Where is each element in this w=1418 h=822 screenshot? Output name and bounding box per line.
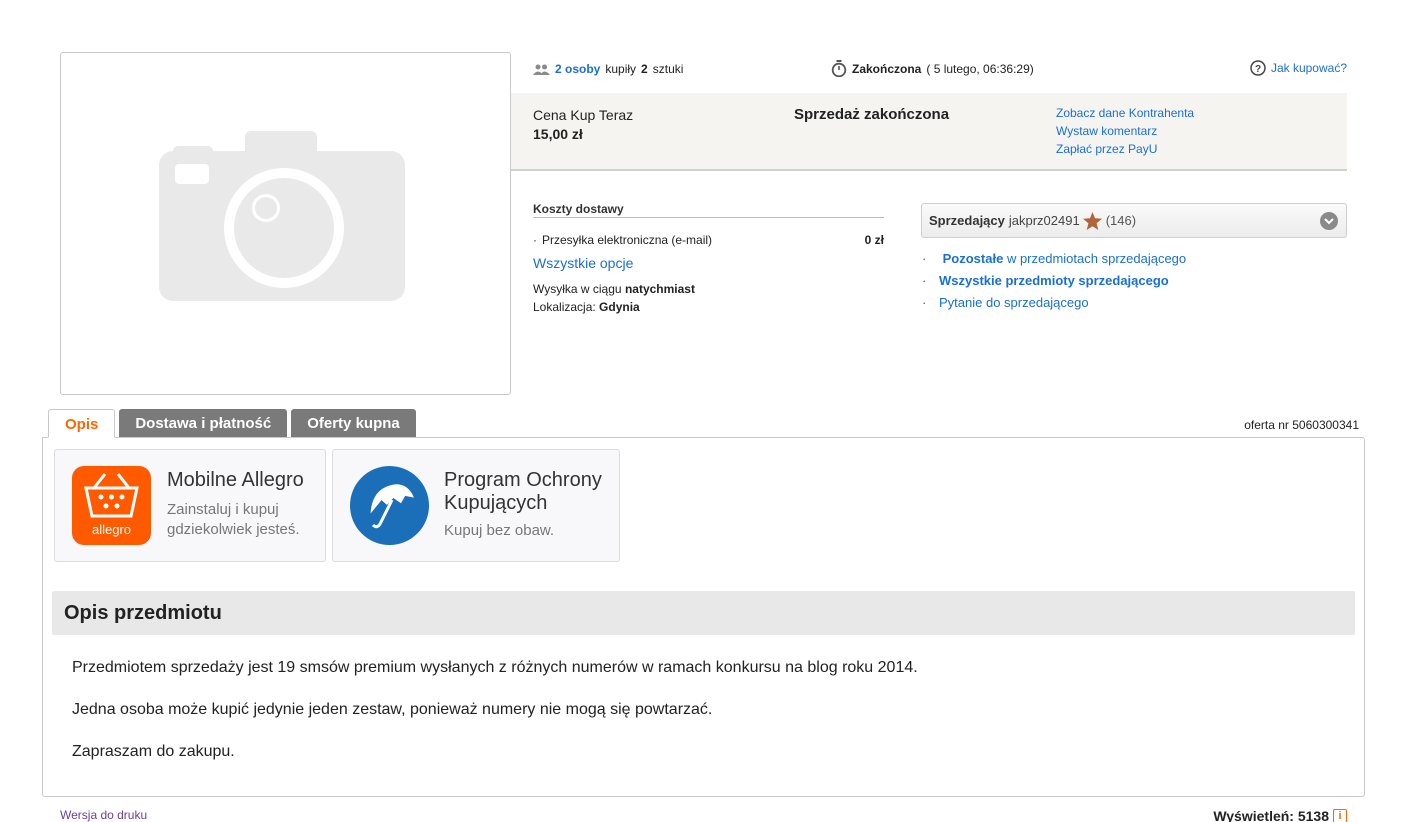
price-value: 15,00 zł (533, 126, 583, 142)
bought-text: kupiły (605, 62, 637, 76)
delivery-title: Koszty dostawy (533, 202, 884, 218)
product-photo[interactable] (60, 52, 511, 395)
seller-nick[interactable]: jakprz02491 (1009, 213, 1080, 228)
help-icon: ? (1250, 60, 1266, 76)
delivery-section: Koszty dostawy Przesyłka elektroniczna (… (533, 202, 884, 314)
items-text: sztuki (652, 62, 684, 76)
sale-status: Sprzedaż zakończona (794, 106, 950, 123)
description-panel: allegro Mobilne Allegro Zainstaluj i kup… (42, 437, 1365, 797)
tab-bar: Opis Dostawa i płatność Oferty kupna (48, 409, 416, 438)
transaction-links: Zobacz dane Kontrahenta Wystaw komentarz… (1056, 104, 1194, 158)
chevron-down-icon[interactable] (1320, 212, 1338, 230)
delivery-method: Przesyłka elektroniczna (e-mail) (533, 233, 712, 247)
seller-label: Sprzedający (929, 213, 1005, 228)
mobile-sub-line2: gdziekolwiek jesteś. (167, 521, 300, 538)
pay-payu-link[interactable]: Zapłać przez PayU (1056, 140, 1194, 158)
delivery-method-row: Przesyłka elektroniczna (e-mail) 0 zł (533, 233, 884, 247)
other-items-link[interactable]: Pozostałe w przedmiotach sprzedającego (922, 248, 1187, 270)
mobile-sub-line1: Zainstaluj i kupuj (167, 501, 279, 518)
description-paragraph: Zapraszam do zakupu. (72, 743, 235, 760)
price-label: Cena Kup Teraz (533, 107, 634, 123)
items-count: 2 (641, 62, 648, 76)
tab-description[interactable]: Opis (48, 409, 116, 438)
location-value: Gdynia (599, 300, 640, 314)
how-to-buy[interactable]: ? Jak kupować? (1250, 60, 1347, 76)
how-to-buy-link[interactable]: Jak kupować? (1271, 61, 1347, 75)
umbrella-icon (350, 466, 429, 545)
tab-delivery-payment[interactable]: Dostawa i płatność (119, 409, 288, 438)
allegro-logo-text: allegro (91, 522, 132, 537)
buyers-info: 2 osoby kupiły 2 sztuki (533, 62, 683, 76)
star-rating-icon (1082, 211, 1102, 230)
location-label: Lokalizacja: (533, 300, 596, 314)
seller-box[interactable]: Sprzedający jakprz02491 (146) (921, 203, 1347, 238)
protection-promo-subtitle: Kupuj bez obaw. (444, 522, 555, 539)
description-paragraph: Jedna osoba może kupić jedynie jeden zes… (72, 701, 713, 718)
description-paragraph: Przedmiotem sprzedaży jest 19 smsów prem… (72, 659, 918, 676)
people-icon (533, 64, 550, 75)
tab-purchase-offers[interactable]: Oferty kupna (291, 409, 416, 438)
ended-date: ( 5 lutego, 06:36:29) (926, 61, 1034, 76)
other-items-rest[interactable]: w przedmiotach sprzedającego (1007, 251, 1186, 266)
all-options-link[interactable]: Wszystkie opcje (533, 255, 884, 271)
buyer-protection-promo[interactable]: Program Ochrony Kupujących Kupuj bez oba… (332, 449, 620, 562)
leave-comment-link[interactable]: Wystaw komentarz (1056, 122, 1194, 140)
mobile-allegro-promo[interactable]: allegro Mobilne Allegro Zainstaluj i kup… (54, 449, 326, 562)
info-icon[interactable]: i (1333, 809, 1347, 822)
auction-ended-info: Zakończona ( 5 lutego, 06:36:29) (831, 60, 1034, 77)
camera-placeholder-icon (159, 131, 405, 301)
price-panel: Cena Kup Teraz 15,00 zł Sprzedaż zakończ… (511, 93, 1347, 171)
protection-promo-title: Program Ochrony Kupujących (444, 469, 602, 515)
ship-value: natychmiast (624, 282, 695, 296)
all-items-link[interactable]: Wszystkie przedmioty sprzedającego (922, 270, 1186, 292)
allegro-basket-icon: allegro (72, 466, 151, 545)
all-items-text[interactable]: Wszystkie przedmioty sprzedającego (939, 273, 1169, 288)
view-contractor-link[interactable]: Zobacz dane Kontrahenta (1056, 104, 1194, 122)
protection-title-line1: Program Ochrony (444, 469, 602, 491)
ask-seller-text[interactable]: Pytanie do sprzedającego (939, 295, 1089, 310)
svg-text:?: ? (1255, 64, 1261, 75)
shipping-time: Wysyłka w ciągu natychmiast (533, 282, 884, 296)
description-body: Przedmiotem sprzedaży jest 19 smsów prem… (72, 658, 918, 784)
buyers-link[interactable]: 2 osoby (555, 62, 600, 76)
seller-links: Pozostałe w przedmiotach sprzedającego W… (922, 248, 1186, 314)
ship-label: Wysyłka w ciągu (533, 282, 622, 296)
mobile-promo-subtitle: Zainstaluj i kupuj gdziekolwiek jesteś. (167, 500, 300, 540)
delivery-price: 0 zł (864, 233, 884, 247)
other-items-bold[interactable]: Pozostałe (943, 251, 1004, 266)
print-version-link[interactable]: Wersja do druku (60, 808, 147, 822)
location: Lokalizacja: Gdynia (533, 300, 884, 314)
views-text: Wyświetleń: 5138 (1213, 808, 1329, 822)
description-title: Opis przedmiotu (52, 591, 1355, 635)
seller-rating-count: (146) (1105, 213, 1137, 228)
mobile-promo-title: Mobilne Allegro (167, 469, 304, 491)
ended-label: Zakończona (852, 61, 922, 76)
protection-title-line2: Kupujących (444, 492, 548, 514)
ask-seller-link[interactable]: Pytanie do sprzedającego (922, 292, 1186, 314)
views-counter: Wyświetleń: 5138 i (1213, 808, 1347, 822)
stopwatch-icon (831, 60, 847, 77)
offer-summary-bar: 2 osoby kupiły 2 sztuki Zakończona ( 5 l… (511, 52, 1347, 92)
offer-number: oferta nr 5060300341 (1244, 418, 1359, 432)
